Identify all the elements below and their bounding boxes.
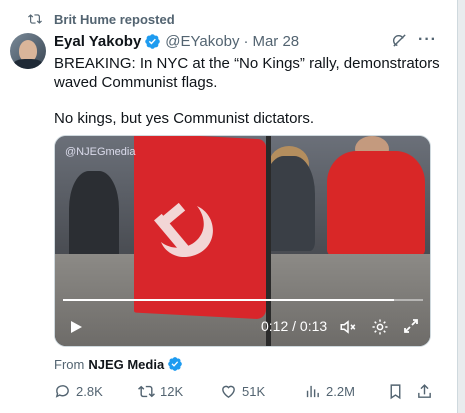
video-player[interactable]: @NJEGmedia 0:12 / 0:13 bbox=[54, 135, 431, 347]
share-icon[interactable] bbox=[416, 383, 433, 400]
settings-gear-icon[interactable] bbox=[371, 318, 389, 336]
views-button[interactable]: 2.2M bbox=[304, 383, 355, 400]
views-chart-icon bbox=[306, 385, 319, 398]
author-handle[interactable]: @EYakoby bbox=[165, 33, 239, 50]
video-watermark: @NJEGmedia bbox=[65, 146, 136, 158]
video-progress-bar[interactable] bbox=[63, 299, 423, 301]
source-prefix: From bbox=[54, 356, 85, 372]
author-name[interactable]: Eyal Yakoby bbox=[54, 33, 141, 50]
view-count: 2.2M bbox=[326, 384, 355, 399]
play-icon[interactable] bbox=[69, 320, 83, 334]
video-controls: 0:12 / 0:13 bbox=[55, 314, 430, 342]
video-time-separator: / bbox=[292, 318, 297, 334]
repost-label: Brit Hume reposted bbox=[54, 11, 175, 27]
repost-count: 12K bbox=[160, 384, 184, 399]
tweet-text: BREAKING: In NYC at the “No Kings” rally… bbox=[54, 54, 449, 128]
source-verified-icon bbox=[168, 357, 183, 371]
repost-icon bbox=[28, 14, 42, 24]
heart-icon bbox=[222, 385, 235, 399]
reply-count: 2.8K bbox=[76, 384, 103, 399]
source-name[interactable]: NJEG Media bbox=[88, 357, 164, 372]
verified-badge-icon bbox=[145, 33, 161, 49]
bookmark-icon[interactable] bbox=[387, 383, 404, 400]
like-count: 51K bbox=[242, 384, 266, 399]
tweet-date[interactable]: Mar 28 bbox=[252, 33, 299, 50]
more-options-icon[interactable]: ··· bbox=[418, 31, 437, 49]
reply-button[interactable]: 2.8K bbox=[54, 383, 103, 400]
fullscreen-icon[interactable] bbox=[403, 318, 419, 334]
grok-icon[interactable] bbox=[391, 32, 408, 49]
repost-button[interactable]: 12K bbox=[138, 383, 183, 400]
media-source: From NJEG Media bbox=[54, 356, 183, 372]
video-time: 0:12 / 0:13 bbox=[261, 318, 327, 334]
tweet-text-line1: BREAKING: In NYC at the “No Kings” rally… bbox=[54, 55, 440, 91]
header-separator: · bbox=[243, 32, 249, 50]
avatar[interactable] bbox=[10, 33, 46, 69]
tweet-card[interactable]: Brit Hume reposted Eyal Yakoby @EYakoby … bbox=[0, 0, 458, 413]
like-button[interactable]: 51K bbox=[220, 383, 265, 400]
video-duration: 0:13 bbox=[299, 318, 328, 334]
tweet-text-line2: No kings, but yes Communist dictators. bbox=[54, 110, 315, 127]
hammer-sickle-icon bbox=[154, 202, 213, 258]
volume-icon[interactable] bbox=[339, 318, 357, 336]
repost-action-icon bbox=[138, 385, 155, 398]
repost-context[interactable]: Brit Hume reposted bbox=[28, 10, 175, 28]
tweet-header: Eyal Yakoby @EYakoby · Mar 28 bbox=[54, 31, 299, 51]
video-current-time: 0:12 bbox=[261, 318, 289, 334]
tweet-actions: 2.8K 12K 51K 2.2M bbox=[54, 383, 444, 403]
reply-icon bbox=[55, 385, 69, 398]
